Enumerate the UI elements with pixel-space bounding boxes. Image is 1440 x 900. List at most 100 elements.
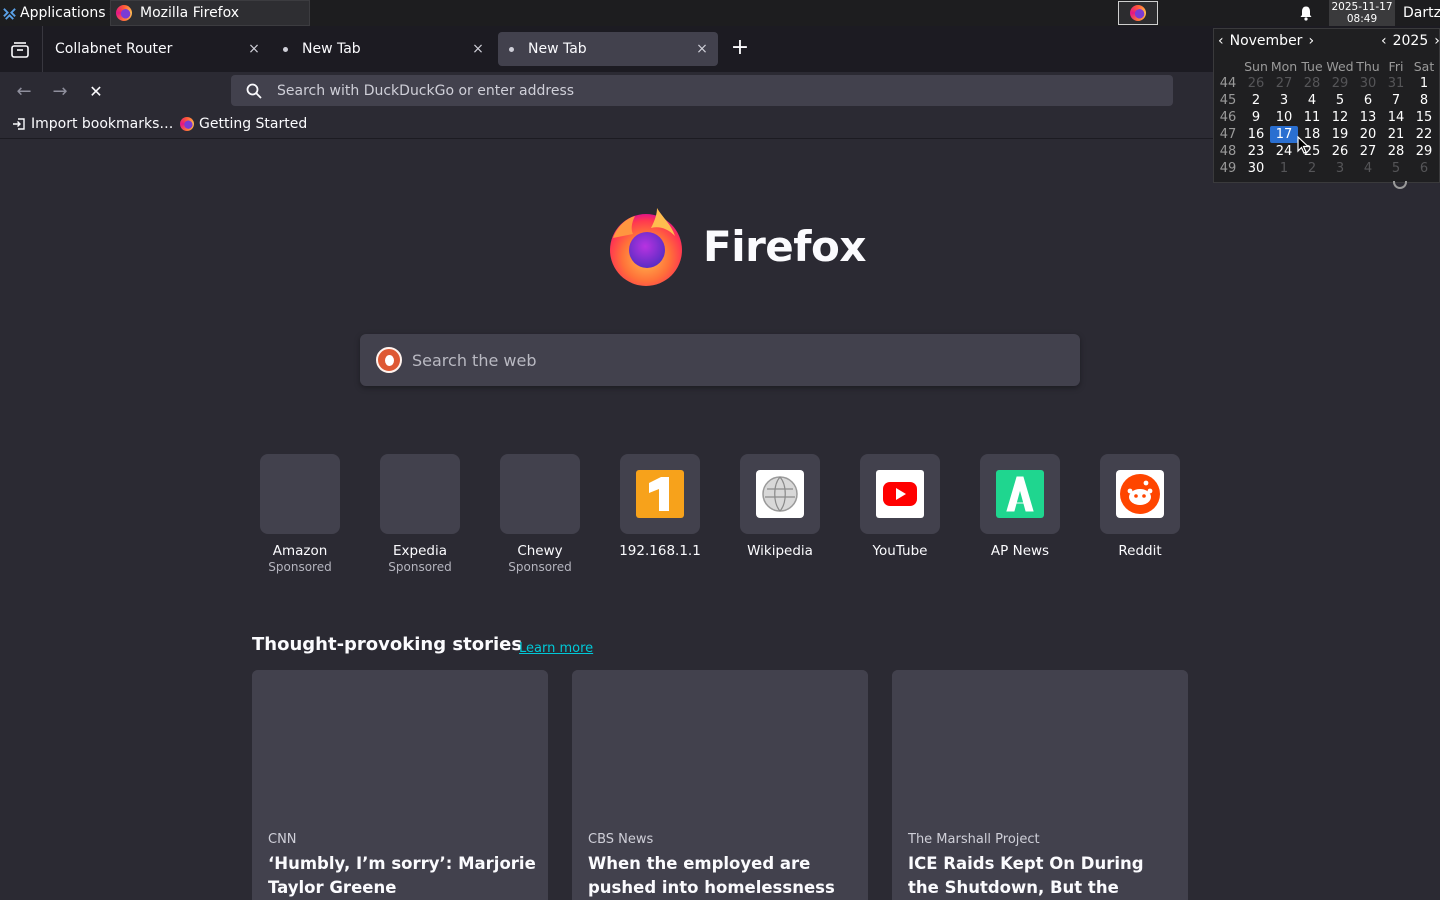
notification-bell-icon[interactable] (1298, 5, 1314, 21)
top-site-name: Amazon (272, 543, 328, 559)
top-site-chewy[interactable]: Chewy Sponsored (500, 454, 580, 574)
calendar-day[interactable]: 31 (1382, 75, 1410, 92)
tab-overview-icon[interactable] (8, 38, 32, 62)
calendar-day[interactable]: 6 (1410, 160, 1438, 177)
tab-close-icon[interactable]: × (244, 39, 264, 59)
top-site-wikipedia[interactable]: Wikipedia (740, 454, 820, 559)
calendar-day[interactable]: 23 (1242, 143, 1270, 160)
tab-strip-divider (42, 26, 43, 72)
new-tab-page: Firefox Search the web Amazon Sponsored … (0, 140, 1440, 900)
calendar-day[interactable]: 26 (1326, 143, 1354, 160)
calendar-day[interactable]: 2 (1298, 160, 1326, 177)
forward-button[interactable]: → (48, 79, 72, 103)
tray-firefox-button[interactable] (1118, 1, 1158, 25)
calendar-day[interactable]: 27 (1270, 75, 1298, 92)
calendar-day[interactable]: 5 (1326, 92, 1354, 109)
address-bar[interactable]: Search with DuckDuckGo or enter address (231, 75, 1173, 106)
calendar-day[interactable]: 2 (1242, 92, 1270, 109)
calendar-day[interactable]: 8 (1410, 92, 1438, 109)
back-button[interactable]: ← (12, 79, 36, 103)
tab-close-icon[interactable]: × (468, 39, 488, 59)
top-site-name: Expedia (393, 543, 447, 559)
tab-new-tab-active[interactable]: New Tab × (498, 32, 718, 66)
learn-more-link[interactable]: Learn more (519, 641, 593, 656)
calendar-day[interactable]: 9 (1242, 109, 1270, 126)
calendar-day[interactable]: 19 (1326, 126, 1354, 143)
tab-new-tab-1[interactable]: New Tab × (272, 32, 494, 66)
top-site-youtube[interactable]: YouTube (860, 454, 940, 559)
calendar-day[interactable]: 29 (1326, 75, 1354, 92)
story-card[interactable]: CNN ‘Humbly, I’m sorry’: Marjorie Taylor… (252, 670, 548, 900)
weekday-header: Sat (1413, 59, 1435, 74)
calendar-day[interactable]: 3 (1270, 92, 1298, 109)
calendar-day[interactable]: 30 (1354, 75, 1382, 92)
calendar-day[interactable]: 24 (1270, 143, 1298, 160)
top-site-name: 192.168.1.1 (619, 543, 701, 559)
calendar-today[interactable]: 17 (1270, 126, 1298, 143)
weekday-header: Sun (1244, 59, 1268, 74)
import-bookmarks-link[interactable]: Import bookmarks… (12, 114, 173, 134)
calendar-day[interactable]: 28 (1382, 143, 1410, 160)
calendar-day[interactable]: 4 (1298, 92, 1326, 109)
top-site-router[interactable]: 192.168.1.1 (619, 454, 701, 559)
top-site-amazon[interactable]: Amazon Sponsored (260, 454, 340, 574)
calendar-day[interactable]: 3 (1326, 160, 1354, 177)
top-site-ap-news[interactable]: AP News (980, 454, 1060, 559)
tab-collabnet-router[interactable]: Collabnet Router × (44, 32, 270, 66)
taskbar-firefox-window[interactable]: Mozilla Firefox (110, 0, 310, 26)
week-number: 49 (1219, 161, 1237, 176)
tab-unread-dot-icon (283, 46, 288, 52)
calendar-day[interactable]: 22 (1410, 126, 1438, 143)
stop-loading-button[interactable]: ✕ (84, 79, 108, 103)
calendar-day[interactable]: 29 (1410, 143, 1438, 160)
prev-month-icon[interactable]: ‹ (1218, 33, 1224, 49)
panel-clock[interactable]: 2025-11-17 08:49 (1329, 0, 1395, 26)
calendar-day[interactable]: 10 (1270, 109, 1298, 126)
calendar-week-row: 45 2 3 4 5 6 7 8 (1214, 92, 1440, 109)
calendar-day[interactable]: 16 (1242, 126, 1270, 143)
calendar-day[interactable]: 12 (1326, 109, 1354, 126)
week-number: 46 (1219, 110, 1237, 125)
applications-menu[interactable]: Applications ⠿ (2, 0, 116, 26)
calendar-day[interactable]: 1 (1270, 160, 1298, 177)
calendar-day[interactable]: 15 (1410, 109, 1438, 126)
weekday-header: Wed (1326, 59, 1354, 74)
firefox-tray-icon (1130, 5, 1146, 21)
calendar-day[interactable]: 5 (1382, 160, 1410, 177)
story-card[interactable]: CBS News When the employed are pushed in… (572, 670, 868, 900)
calendar-day[interactable]: 14 (1382, 109, 1410, 126)
top-site-expedia[interactable]: Expedia Sponsored (380, 454, 460, 574)
top-site-name: Chewy (517, 543, 563, 559)
new-tab-button[interactable]: + (728, 37, 752, 61)
calendar-day[interactable]: 30 (1242, 160, 1270, 177)
calendar-day[interactable]: 27 (1354, 143, 1382, 160)
top-site-reddit-box (1100, 454, 1180, 534)
calendar-popup: ‹ November › ‹ 2025 › Sun Mon Tue Wed Thu Fri… (1213, 28, 1440, 183)
story-source: CBS News (588, 832, 654, 847)
calendar-day[interactable]: 7 (1382, 92, 1410, 109)
calendar-day[interactable]: 1 (1410, 75, 1438, 92)
router-number-one-icon (636, 470, 684, 518)
next-month-icon[interactable]: › (1308, 33, 1314, 49)
calendar-day[interactable]: 6 (1354, 92, 1382, 109)
next-year-icon[interactable]: › (1434, 33, 1440, 49)
top-site-reddit[interactable]: Reddit (1100, 454, 1180, 559)
calendar-day[interactable]: 28 (1298, 75, 1326, 92)
calendar-day[interactable]: 20 (1354, 126, 1382, 143)
prev-year-icon[interactable]: ‹ (1381, 33, 1387, 49)
story-card[interactable]: The Marshall Project ICE Raids Kept On D… (892, 670, 1188, 900)
calendar-week-row: 47 16 17 18 19 20 21 22 (1214, 126, 1440, 143)
calendar-day[interactable]: 26 (1242, 75, 1270, 92)
top-site-youtube-box (860, 454, 940, 534)
web-search-box[interactable]: Search the web (360, 334, 1080, 386)
getting-started-bookmark[interactable]: Getting Started (180, 114, 307, 134)
calendar-day[interactable]: 13 (1354, 109, 1382, 126)
user-name[interactable]: Dartz (1403, 0, 1440, 26)
ap-news-icon (996, 470, 1044, 518)
tab-close-icon[interactable]: × (692, 39, 712, 59)
youtube-icon (876, 470, 924, 518)
calendar-day[interactable]: 21 (1382, 126, 1410, 143)
top-site-ap-news-box (980, 454, 1060, 534)
calendar-day[interactable]: 11 (1298, 109, 1326, 126)
calendar-day[interactable]: 4 (1354, 160, 1382, 177)
